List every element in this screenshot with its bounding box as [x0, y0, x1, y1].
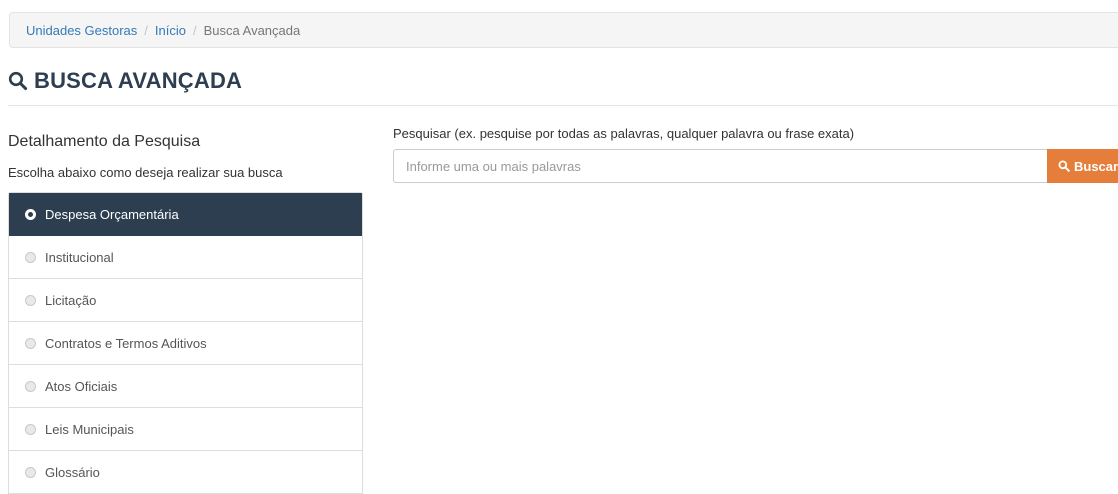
category-item-contratos[interactable]: Contratos e Termos Aditivos — [9, 322, 362, 365]
radio-unselected[interactable] — [25, 466, 36, 478]
search-label: Pesquisar (ex. pesquise por todas as pal… — [393, 126, 855, 141]
radio-unselected[interactable] — [25, 294, 36, 306]
search-button[interactable]: Buscar — [1047, 149, 1118, 183]
breadcrumb-separator: / — [192, 22, 197, 38]
category-item-label: Contratos e Termos Aditivos — [45, 335, 207, 351]
page-title-text: BUSCA AVANÇADA — [34, 68, 243, 93]
category-item-licitacao[interactable]: Licitação — [9, 279, 362, 322]
radio-unselected[interactable] — [25, 380, 36, 392]
search-icon — [8, 71, 28, 91]
search-button-label: Buscar — [1074, 158, 1118, 174]
page-title: BUSCA AVANÇADA — [8, 68, 242, 94]
category-item-label: Glossário — [45, 464, 100, 480]
search-icon — [1058, 160, 1070, 172]
breadcrumb-link-inicio[interactable]: Início — [155, 23, 186, 38]
category-item-leis-municipais[interactable]: Leis Municipais — [9, 408, 362, 451]
search-input[interactable] — [393, 149, 1047, 183]
breadcrumb-current: Busca Avançada — [203, 22, 301, 38]
radio-selected[interactable] — [25, 208, 36, 220]
category-item-despesa-orcamentaria[interactable]: Despesa Orçamentária — [9, 193, 362, 236]
radio-unselected[interactable] — [25, 337, 36, 349]
sidebar-heading: Detalhamento da Pesquisa — [8, 133, 201, 150]
title-divider — [8, 105, 1118, 106]
category-item-label: Licitação — [45, 292, 97, 308]
category-item-label: Leis Municipais — [45, 421, 134, 437]
radio-unselected[interactable] — [25, 251, 36, 263]
category-item-institucional[interactable]: Institucional — [9, 236, 362, 279]
category-item-label: Atos Oficiais — [45, 378, 118, 394]
radio-unselected[interactable] — [25, 423, 36, 435]
sidebar-subheading: Escolha abaixo como deseja realizar sua … — [8, 165, 283, 180]
category-item-atos-oficiais[interactable]: Atos Oficiais — [9, 365, 362, 408]
breadcrumb: Unidades Gestoras / Início / Busca Avanç… — [9, 12, 1118, 48]
breadcrumb-separator: / — [144, 22, 148, 38]
breadcrumb-link-unidades-gestoras[interactable]: Unidades Gestoras — [26, 23, 137, 38]
category-item-glossario[interactable]: Glossário — [9, 451, 362, 494]
category-item-label: Despesa Orçamentária — [45, 206, 179, 222]
category-item-label: Institucional — [45, 249, 114, 265]
search-category-list: Despesa Orçamentária Institucional Licit… — [8, 192, 363, 494]
